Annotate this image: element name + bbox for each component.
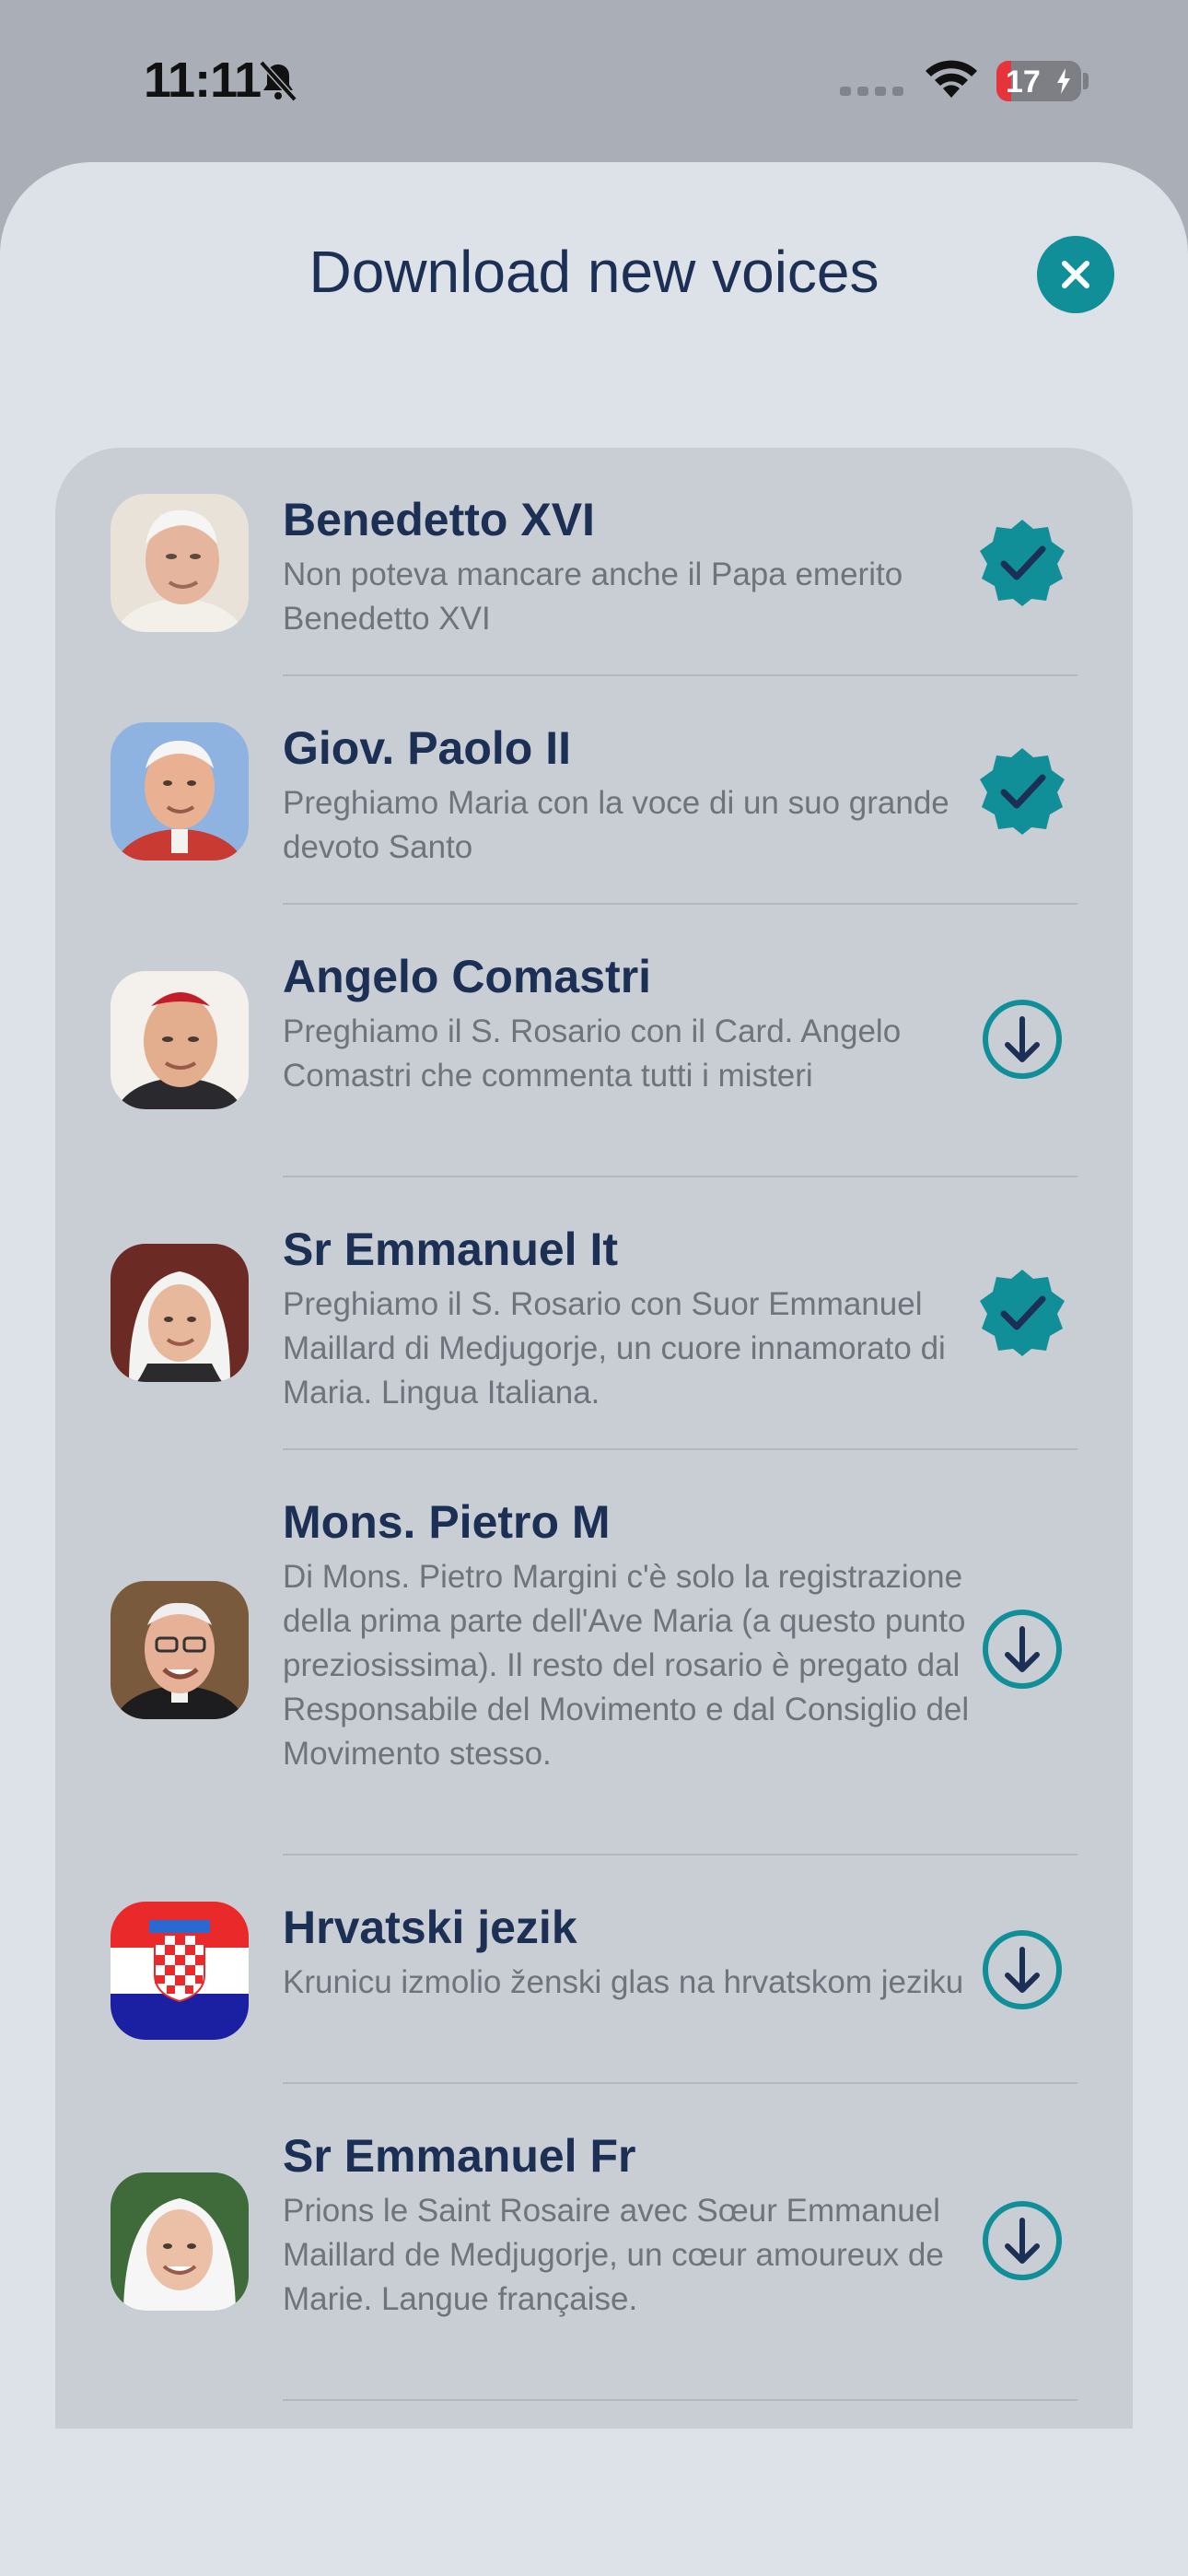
download-button[interactable] — [976, 993, 1068, 1085]
voice-description: Preghiamo il S. Rosario con Suor Emmanue… — [283, 1286, 946, 1411]
voice-text: Angelo Comastri Preghiamo il S. Rosario … — [283, 949, 1010, 1098]
row-divider — [283, 2399, 1077, 2401]
voice-text: Mons. Pietro M Di Mons. Pietro Margini c… — [283, 1494, 1010, 1776]
voice-row[interactable]: Angelo Comastri Preghiamo il S. Rosario … — [55, 949, 1133, 1179]
voice-name: Benedetto XVI — [283, 494, 595, 545]
voice-name: Angelo Comastri — [283, 951, 652, 1002]
row-divider — [283, 1854, 1077, 1856]
row-divider — [283, 674, 1077, 676]
voice-text: Benedetto XVI Non poteva mancare anche i… — [283, 492, 1010, 641]
sheet-title: Download new voices — [309, 239, 879, 305]
voice-text: Sr Emmanuel It Preghiamo il S. Rosario c… — [283, 1222, 1010, 1415]
status-bar: 11:11 17 — [0, 0, 1188, 164]
voice-avatar — [111, 722, 249, 861]
voice-name: Mons. Pietro M — [283, 1496, 611, 1548]
voice-description: Di Mons. Pietro Margini c'è solo la regi… — [283, 1559, 970, 1772]
voice-name: Hrvatski jezik — [283, 1902, 577, 1953]
row-divider — [283, 2082, 1077, 2084]
download-icon — [983, 1610, 1062, 1689]
voice-name: Sr Emmanuel Fr — [283, 2130, 636, 2182]
voice-text: Giov. Paolo II Preghiamo Maria con la vo… — [283, 720, 1010, 870]
voice-text: Hrvatski jezik Krunicu izmolio ženski gl… — [283, 1900, 1010, 2005]
row-divider — [283, 1176, 1077, 1177]
voice-description: Krunicu izmolio ženski glas na hrvatskom… — [283, 1964, 964, 2000]
battery-cap — [1083, 73, 1089, 89]
voice-avatar — [111, 2172, 249, 2311]
close-button[interactable] — [1037, 236, 1114, 313]
voice-row[interactable]: Sr Emmanuel Fr Prions le Saint Rosaire a… — [55, 2128, 1133, 2405]
bell-slash-icon — [259, 60, 297, 102]
voice-text: Sr Emmanuel Fr Prions le Saint Rosaire a… — [283, 2128, 1010, 2322]
voice-description: Preghiamo Maria con la voce di un suo gr… — [283, 785, 949, 865]
verified-check-icon — [980, 748, 1065, 835]
voice-description: Preghiamo il S. Rosario con il Card. Ang… — [283, 1013, 902, 1094]
voices-list: Benedetto XVI Non poteva mancare anche i… — [55, 448, 1133, 2429]
cellular-signal-icon — [840, 87, 903, 96]
close-icon — [1062, 261, 1089, 288]
voice-name: Giov. Paolo II — [283, 722, 572, 774]
download-button[interactable] — [976, 1603, 1068, 1695]
row-divider — [283, 903, 1077, 905]
voice-row[interactable]: Benedetto XVI Non poteva mancare anche i… — [55, 492, 1133, 676]
download-button[interactable] — [976, 1924, 1068, 2016]
downloaded-badge[interactable] — [976, 744, 1068, 837]
voice-avatar — [111, 1581, 249, 1719]
download-icon — [983, 1930, 1062, 2009]
downloaded-badge[interactable] — [976, 1266, 1068, 1358]
voice-description: Non poteva mancare anche il Papa emerito… — [283, 556, 903, 637]
voice-description: Prions le Saint Rosaire avec Sœur Emmanu… — [283, 2193, 944, 2317]
voice-row[interactable]: Mons. Pietro M Di Mons. Pietro Margini c… — [55, 1494, 1133, 1854]
verified-check-icon — [980, 520, 1065, 606]
download-icon — [983, 2201, 1062, 2280]
verified-check-icon — [980, 1270, 1065, 1356]
status-time: 11:11 — [144, 53, 262, 108]
voice-avatar — [111, 1902, 249, 2040]
voice-row[interactable]: Hrvatski jezik Krunicu izmolio ženski gl… — [55, 1900, 1133, 2084]
voice-avatar — [111, 1244, 249, 1382]
croatian-flag-icon — [111, 1902, 249, 2040]
charging-bolt-icon — [1057, 68, 1070, 94]
voice-name: Sr Emmanuel It — [283, 1224, 618, 1275]
voice-row[interactable]: Giov. Paolo II Preghiamo Maria con la vo… — [55, 720, 1133, 905]
voice-row[interactable]: Sr Emmanuel It Preghiamo il S. Rosario c… — [55, 1222, 1133, 1452]
battery-indicator: 17 — [996, 61, 1081, 101]
voice-avatar — [111, 494, 249, 632]
download-icon — [983, 1000, 1062, 1079]
battery-percent: 17 — [1006, 64, 1041, 100]
download-button[interactable] — [976, 2195, 1068, 2287]
downloaded-badge[interactable] — [976, 516, 1068, 608]
voice-avatar — [111, 971, 249, 1109]
row-divider — [283, 1448, 1077, 1450]
wifi-icon — [926, 60, 977, 98]
